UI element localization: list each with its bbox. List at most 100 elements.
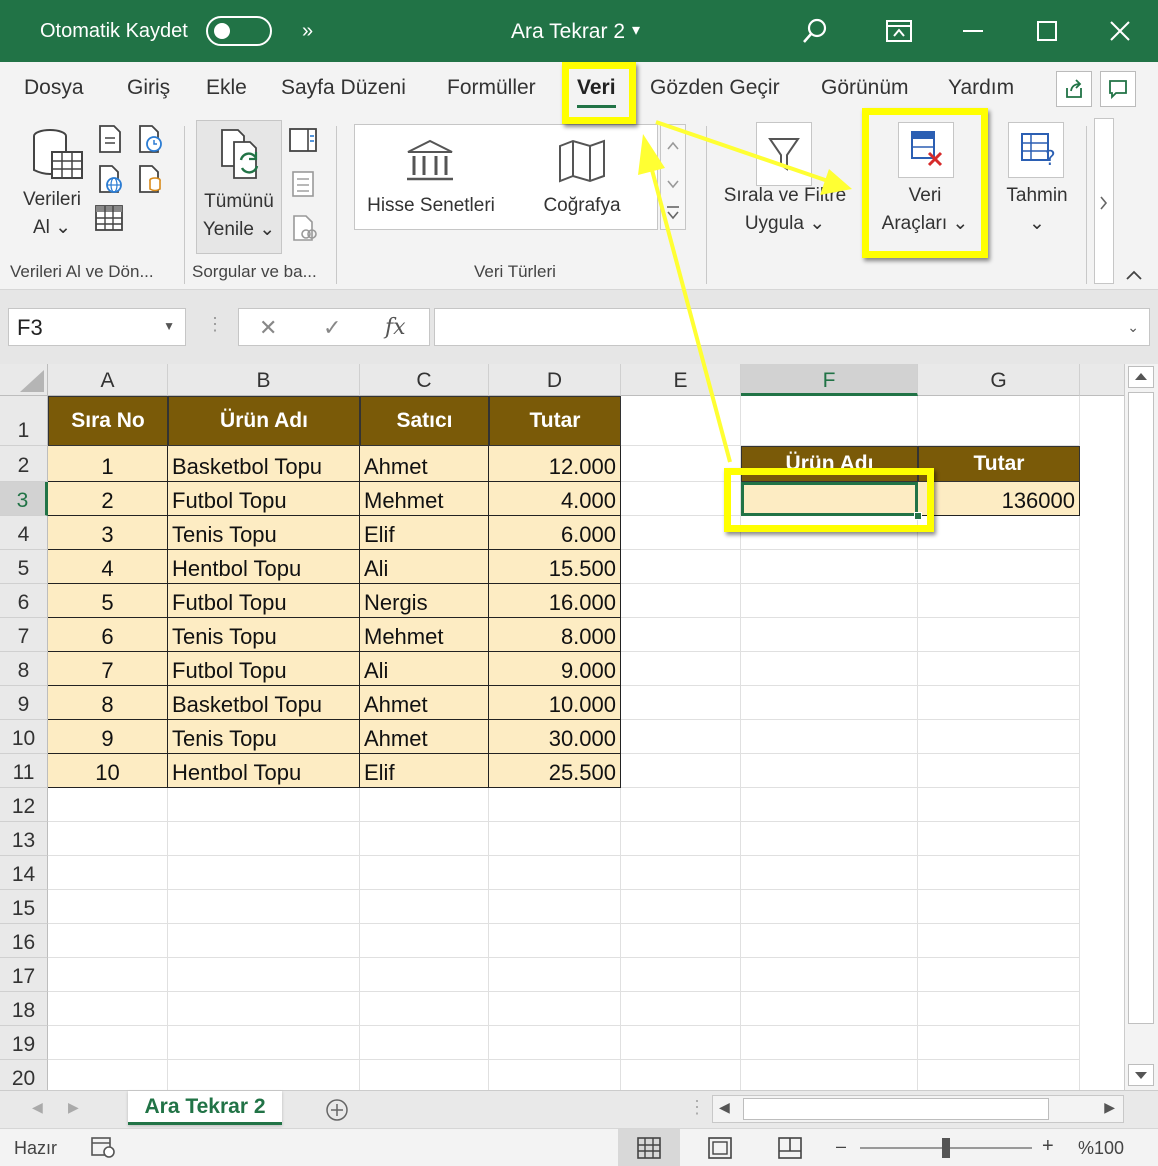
table-row-cell[interactable]: 10 <box>48 754 168 788</box>
grid-cell[interactable] <box>741 550 918 584</box>
grid-cell[interactable] <box>741 754 918 788</box>
forecast-dropdown[interactable]: ⌄ <box>996 210 1078 238</box>
page-break-preview-icon[interactable] <box>778 1137 802 1159</box>
grid-cell[interactable] <box>168 788 360 822</box>
row-header-18[interactable]: 18 <box>0 992 48 1026</box>
existing-connections-icon[interactable] <box>136 164 164 199</box>
tab-ekle[interactable]: Ekle <box>206 76 247 100</box>
grid-cell[interactable] <box>489 1026 621 1060</box>
grid-cell[interactable] <box>621 1060 741 1090</box>
ribbon-scroll-right[interactable] <box>1094 118 1114 284</box>
table-row-cell[interactable]: 1 <box>48 446 168 482</box>
grid-cell[interactable] <box>360 788 489 822</box>
grid-cell[interactable] <box>918 958 1080 992</box>
grid-cell[interactable] <box>621 992 741 1026</box>
grid-cell[interactable] <box>48 992 168 1026</box>
table-row-cell[interactable]: 6.000 <box>489 516 621 550</box>
grid-cell[interactable] <box>168 1026 360 1060</box>
table-row-cell[interactable]: Tenis Topu <box>168 720 360 754</box>
table-row-cell[interactable]: Hentbol Topu <box>168 754 360 788</box>
grid-cell[interactable] <box>621 890 741 924</box>
from-table-icon[interactable] <box>94 204 124 237</box>
sort-filter-label[interactable]: Sırala ve Filtre <box>714 182 856 210</box>
row-header-7[interactable]: 7 <box>0 618 48 652</box>
table-row-cell[interactable]: Ahmet <box>360 686 489 720</box>
tab-gorunum[interactable]: Görünüm <box>821 76 909 100</box>
close-icon[interactable] <box>1103 14 1137 48</box>
scroll-right-icon[interactable]: ▶ <box>1104 1099 1115 1116</box>
grid-cell[interactable] <box>918 788 1080 822</box>
table-row-cell[interactable]: 10.000 <box>489 686 621 720</box>
column-header-d[interactable]: D <box>489 364 621 396</box>
select-all-corner[interactable] <box>0 364 48 396</box>
grid-cell[interactable] <box>621 754 741 788</box>
grid-cell[interactable] <box>621 924 741 958</box>
table-row-cell[interactable]: 25.500 <box>489 754 621 788</box>
tab-sayfa-duzeni[interactable]: Sayfa Düzeni <box>281 76 406 100</box>
column-header-overflow[interactable] <box>1080 364 1124 396</box>
criteria-header-cell[interactable]: Tutar <box>918 446 1080 482</box>
grid-cell[interactable] <box>168 992 360 1026</box>
grid-cell[interactable] <box>741 788 918 822</box>
vertical-scrollbar[interactable] <box>1124 364 1158 1090</box>
grid-cell[interactable] <box>360 958 489 992</box>
table-row-cell[interactable]: Nergis <box>360 584 489 618</box>
zoom-in-button[interactable]: + <box>1042 1135 1054 1158</box>
cancel-icon[interactable]: ✕ <box>259 315 277 341</box>
tab-yardim[interactable]: Yardım <box>948 76 1014 100</box>
grid-cell[interactable] <box>621 720 741 754</box>
table-row-cell[interactable]: Elif <box>360 754 489 788</box>
table-row-cell[interactable]: Futbol Topu <box>168 482 360 516</box>
table-row-cell[interactable]: Elif <box>360 516 489 550</box>
table-row-cell[interactable]: 15.500 <box>489 550 621 584</box>
grid-cell[interactable] <box>918 1026 1080 1060</box>
grid-cell[interactable] <box>918 1060 1080 1090</box>
row-header-12[interactable]: 12 <box>0 788 48 822</box>
grid-cell[interactable] <box>621 482 741 516</box>
grid-cell[interactable] <box>741 720 918 754</box>
column-header-b[interactable]: B <box>168 364 360 396</box>
zoom-out-button[interactable]: – <box>836 1136 846 1157</box>
row-header-13[interactable]: 13 <box>0 822 48 856</box>
grid-cell[interactable] <box>621 1026 741 1060</box>
grid-cell[interactable] <box>918 890 1080 924</box>
grid-cell[interactable] <box>918 686 1080 720</box>
collapse-ribbon-icon[interactable] <box>1124 268 1144 287</box>
grid-cell[interactable] <box>360 992 489 1026</box>
table-row-cell[interactable]: 8.000 <box>489 618 621 652</box>
grid-cell[interactable] <box>918 550 1080 584</box>
grid-cell[interactable] <box>621 856 741 890</box>
row-header-16[interactable]: 16 <box>0 924 48 958</box>
comments-icon[interactable] <box>1100 71 1136 107</box>
grid-cell[interactable] <box>48 958 168 992</box>
grid-cell[interactable] <box>741 652 918 686</box>
table-row-cell[interactable]: 6 <box>48 618 168 652</box>
formula-input[interactable]: ⌄ <box>434 308 1150 346</box>
share-icon[interactable] <box>1056 71 1092 107</box>
column-header-f[interactable]: F <box>741 364 918 396</box>
refresh-all-icon[interactable] <box>216 128 268 189</box>
table-row-cell[interactable]: 8 <box>48 686 168 720</box>
recent-sources-icon[interactable] <box>136 124 164 159</box>
quick-access-more-button[interactable]: » <box>302 20 313 43</box>
tab-dosya[interactable]: Dosya <box>24 76 84 100</box>
column-header-c[interactable]: C <box>360 364 489 396</box>
zoom-slider[interactable] <box>860 1138 1032 1158</box>
grid-cell[interactable] <box>489 856 621 890</box>
grid-cell[interactable] <box>168 1060 360 1090</box>
get-data-dropdown[interactable]: Al ⌄ <box>14 214 90 242</box>
insert-function-icon[interactable]: fx <box>385 315 406 340</box>
table-row-cell[interactable]: Tenis Topu <box>168 618 360 652</box>
row-header-19[interactable]: 19 <box>0 1026 48 1060</box>
stocks-label[interactable]: Hisse Senetleri <box>360 192 502 220</box>
grid-cell[interactable] <box>621 686 741 720</box>
table-header-cell[interactable]: Tutar <box>489 396 621 446</box>
table-row-cell[interactable]: 30.000 <box>489 720 621 754</box>
row-header-6[interactable]: 6 <box>0 584 48 618</box>
refresh-all-label[interactable]: Tümünü <box>196 188 282 216</box>
forecast-icon[interactable]: ? <box>1008 122 1064 178</box>
table-row-cell[interactable]: 9.000 <box>489 652 621 686</box>
grid-cell[interactable] <box>489 1060 621 1090</box>
table-row-cell[interactable]: Ahmet <box>360 720 489 754</box>
grid-cell[interactable] <box>621 652 741 686</box>
